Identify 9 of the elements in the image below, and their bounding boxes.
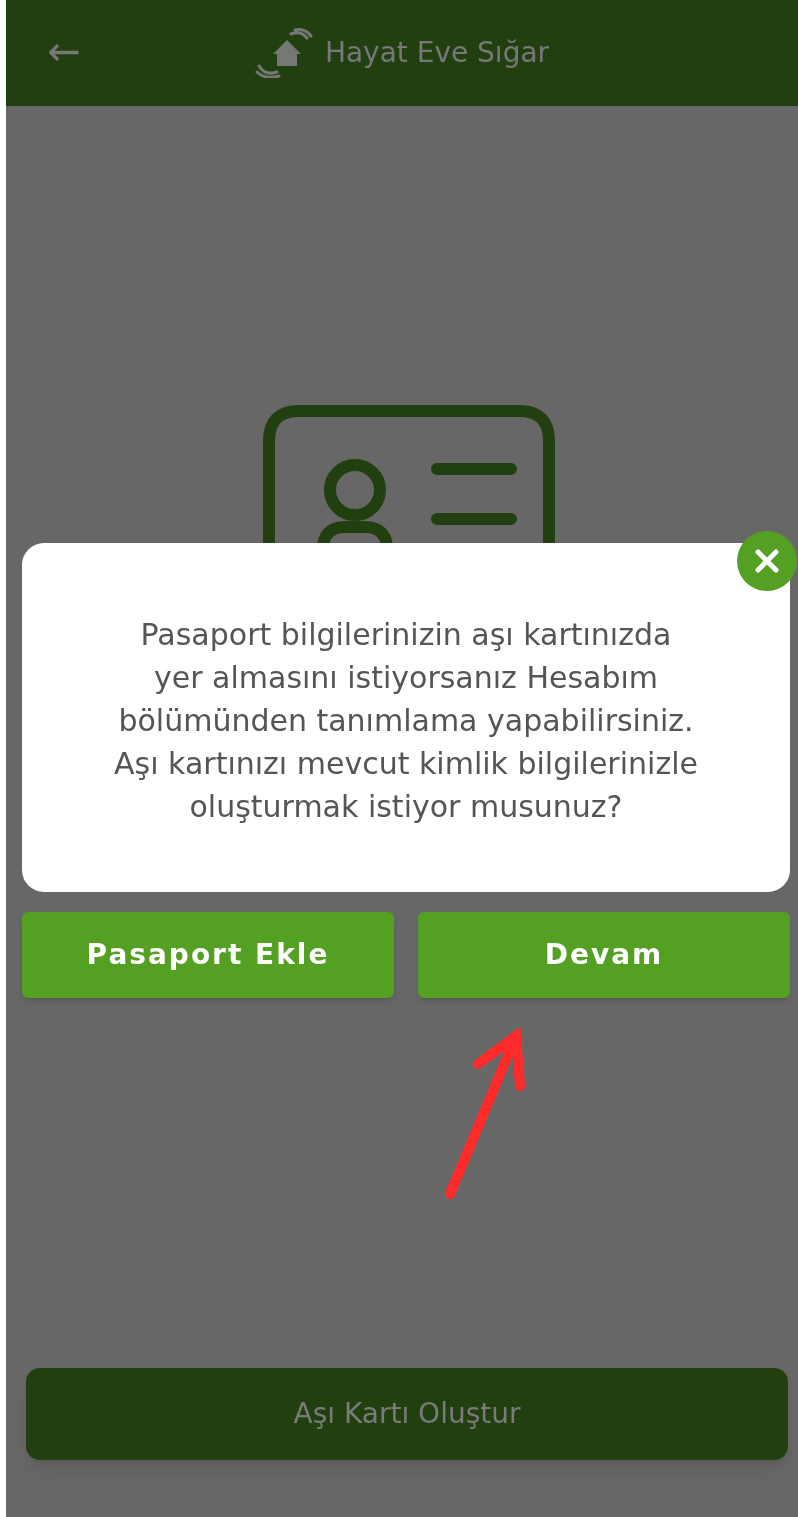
back-button[interactable]: ← <box>44 26 84 76</box>
dialog-button[interactable]: Pasaport Ekle <box>22 912 394 998</box>
dialog-button[interactable]: Devam <box>418 912 790 998</box>
close-icon <box>755 549 779 573</box>
dialog-message: Pasaport bilgilerinizin aşı kartınızda yer almasını istiyorsanız Hesabım bölümünden tanımlama yapabilirsiniz. Aşı kartınızı mevcut kimlik bilgilerinizle oluşturmak istiyor musunuz? <box>114 616 698 826</box>
id-card-icon <box>263 405 555 543</box>
close-button[interactable] <box>737 531 797 591</box>
house-hands-icon <box>254 28 313 78</box>
app-title: Hayat Eve Sığar <box>324 35 550 71</box>
